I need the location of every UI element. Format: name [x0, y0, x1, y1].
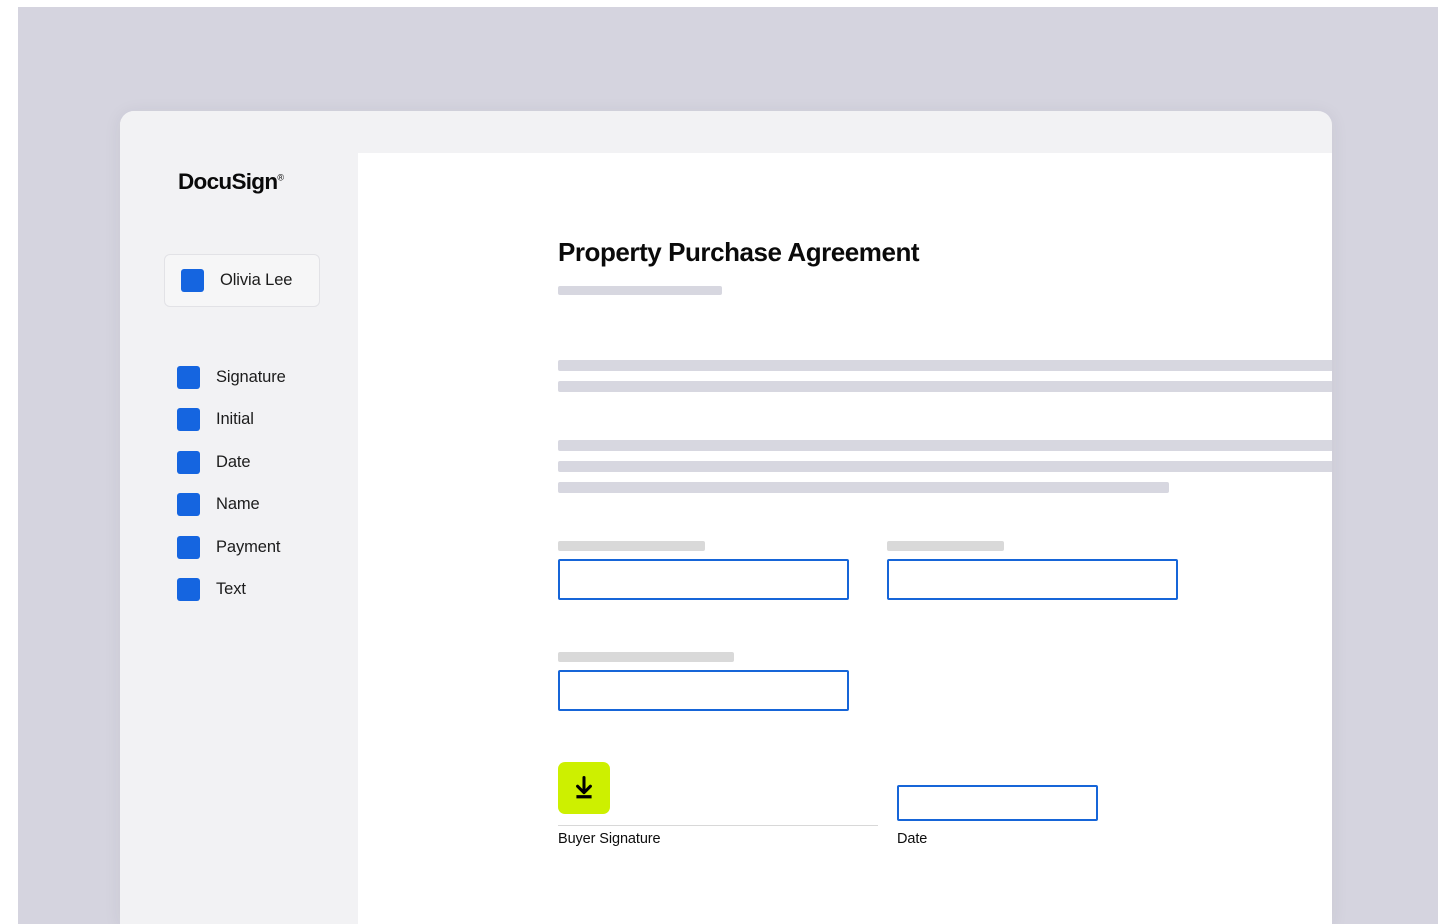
sidebar-item-label: Date [216, 452, 251, 471]
recipient-selector-olivia-lee[interactable]: Olivia Lee [164, 254, 320, 307]
sidebar-item-date[interactable]: Date [177, 441, 352, 484]
paragraph-line-placeholder [558, 461, 1332, 472]
form-field-input-3[interactable] [558, 670, 849, 711]
document-title: Property Purchase Agreement [558, 237, 920, 267]
signature-download-button[interactable] [558, 762, 610, 814]
signature-color-swatch [177, 365, 200, 389]
recipient-name-label: Olivia Lee [220, 271, 293, 289]
docusign-app-window: DocuSign® Olivia Lee Signature Initial D… [120, 111, 1332, 924]
payment-color-swatch [177, 535, 200, 559]
docusign-logo: DocuSign® [178, 169, 284, 195]
download-icon [576, 775, 592, 799]
form-field-input-1[interactable] [558, 559, 849, 600]
date-caption: Date [897, 831, 928, 847]
paragraph-line-placeholder [558, 381, 1332, 392]
text-color-swatch [177, 578, 200, 602]
buyer-signature-caption: Buyer Signature [558, 831, 661, 847]
sidebar-item-label: Signature [216, 367, 286, 386]
sidebar-item-label: Initial [216, 410, 254, 429]
trademark-icon: ® [277, 172, 285, 183]
document-page: Property Purchase Agreement Buyer Signat… [358, 153, 1332, 924]
paragraph-line-placeholder [558, 360, 1332, 371]
form-field-input-2[interactable] [887, 559, 1178, 600]
document-subtitle-placeholder [558, 286, 722, 295]
sidebar-item-label: Text [216, 580, 246, 599]
sidebar-item-name[interactable]: Name [177, 484, 352, 527]
field-label-placeholder [558, 541, 705, 551]
date-color-swatch [177, 450, 200, 474]
name-color-swatch [177, 493, 200, 517]
sidebar-item-label: Name [216, 495, 260, 514]
sidebar-item-payment[interactable]: Payment [177, 526, 352, 569]
signature-date-field[interactable] [897, 785, 1098, 821]
sidebar-item-initial[interactable]: Initial [177, 399, 352, 442]
docusign-logo-text: DocuSign [178, 169, 278, 194]
field-tool-list: Signature Initial Date Name Payment Text [177, 356, 352, 611]
signature-underline [558, 825, 878, 826]
sidebar-item-signature[interactable]: Signature [177, 356, 352, 399]
initial-color-swatch [177, 408, 200, 432]
sidebar: DocuSign® Olivia Lee Signature Initial D… [120, 111, 358, 924]
field-label-placeholder [887, 541, 1004, 551]
sidebar-item-label: Payment [216, 537, 281, 556]
sidebar-item-text[interactable]: Text [177, 569, 352, 612]
recipient-color-swatch [181, 269, 204, 292]
paragraph-line-placeholder [558, 482, 1169, 493]
field-label-placeholder [558, 652, 734, 662]
paragraph-line-placeholder [558, 440, 1332, 451]
